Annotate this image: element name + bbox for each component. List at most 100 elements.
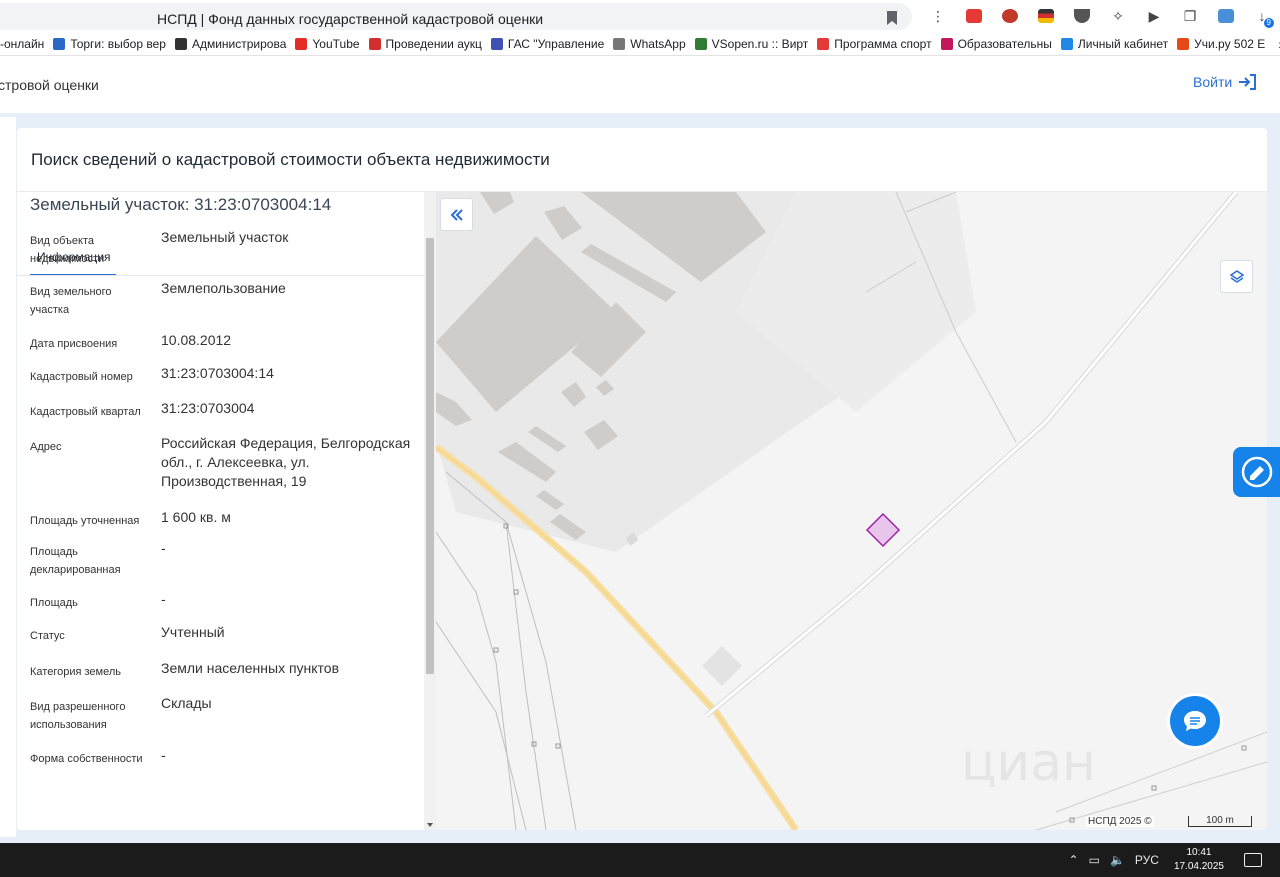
info-row-value: 10.08.2012 (161, 332, 232, 348)
clock[interactable]: 10:41 17.04.2025 (1174, 846, 1224, 874)
search-card: Поиск сведений о кадастровой стоимости о… (17, 128, 1267, 830)
network-icon[interactable]: ▭ (1089, 853, 1100, 867)
bookmark-favicon-icon (940, 37, 953, 50)
bookmark-favicon-icon (490, 37, 503, 50)
info-row-value: 31:23:0703004 (161, 400, 255, 416)
bookmark-label: ГАС "Управление (507, 36, 605, 51)
bookmark-favicon-icon (295, 37, 308, 50)
bookmark-item[interactable]: VSopen.ru :: Вирт (694, 36, 809, 51)
info-row-value: - (161, 747, 166, 763)
browser-titlebar: НСПД | Фонд данных государственной кадас… (0, 0, 1280, 32)
info-row-value: Земли населенных пунктов (161, 660, 340, 676)
info-panel: Земельный участок: 31:23:0703004:14 Инфо… (17, 192, 436, 830)
address-bar[interactable]: НСПД | Фонд данных государственной кадас… (0, 3, 912, 30)
login-icon (1239, 74, 1257, 90)
chevron-up-icon[interactable]: ⌃ (1069, 853, 1079, 867)
map-copyright: НСПД 2025 © (1086, 816, 1154, 827)
info-row-label: Площадь (30, 597, 78, 609)
left-strip (0, 117, 16, 837)
tabs-divider (17, 275, 425, 276)
bookmark-label: Личный кабинет (1077, 36, 1169, 51)
info-row-value: Российская Федерация, Белгородская обл.,… (161, 435, 411, 489)
bookmark-item[interactable]: Учи.ру 502 Е (1177, 37, 1265, 51)
bookmark-favicon-icon (817, 37, 830, 50)
bookmark-item[interactable]: Личный кабинет (1060, 36, 1169, 51)
bookmark-label: VSopen.ru :: Вирт (711, 36, 809, 51)
bookmark-item[interactable]: Образовательны (940, 37, 1052, 51)
shield-extension-icon[interactable] (1064, 4, 1100, 28)
bookmark-label: Учи.ру 502 Е (1194, 36, 1266, 51)
bookmark-label: Программа спорт (834, 36, 932, 51)
bookmark-favicon-icon (694, 37, 707, 50)
downloads-icon[interactable]: ↓ 9 (1244, 4, 1280, 28)
taskbar: ⌃ ▭ 🔈 РУС 10:41 17.04.2025 (0, 843, 1280, 877)
info-row-value: Землепользование (161, 280, 286, 296)
info-row-label: Кадастровый квартал (30, 406, 141, 418)
info-row-value: Склады (161, 695, 212, 711)
bookmarks-bar: -онлайн Торги: выбор вер Администрирова You… (0, 32, 1280, 56)
translate-extension-icon[interactable] (1208, 4, 1244, 28)
tab-title: НСПД | Фонд данных государственной кадас… (157, 11, 544, 27)
login-label: Войти (1193, 74, 1233, 90)
bookmark-label: Проведении аукц (385, 36, 482, 51)
bookmark-item[interactable]: Торги: выбор вер (53, 37, 166, 51)
bookmark-favicon-icon (1177, 37, 1190, 50)
info-row-label: Статус (30, 630, 65, 642)
page-title: Поиск сведений о кадастровой стоимости о… (31, 150, 550, 169)
info-row-value: - (161, 540, 166, 556)
extensions-row: ⋮ ✧ ▶ ❐ ↓ 9 (920, 4, 1280, 28)
bookmark-favicon-icon (1060, 37, 1073, 50)
site-title: стровой оценки (0, 77, 99, 93)
object-title: Земельный участок: 31:23:0703004:14 (30, 195, 332, 214)
puzzle-icon[interactable]: ✧ (1100, 4, 1136, 28)
sidebar-icon[interactable]: ❐ (1172, 4, 1208, 28)
info-row-label: Форма собственности (30, 753, 143, 765)
bookmark-item[interactable]: Администрирова (174, 37, 286, 51)
bookmark-item[interactable]: Проведении аукц (368, 36, 482, 51)
collapse-panel-button[interactable] (440, 198, 473, 231)
info-row-value: 31:23:0703004:14 (161, 365, 274, 381)
bookmark-label: YouTube (312, 36, 360, 51)
chat-icon (1184, 711, 1206, 731)
site-header: стровой оценки Войти (0, 57, 1280, 113)
map-canvas: циан (436, 192, 1267, 830)
info-row-label: Вид разрешенного использования (30, 701, 126, 731)
bookmark-item[interactable]: WhatsApp (613, 36, 686, 51)
info-row-label: Адрес (30, 441, 62, 453)
media-icon[interactable]: ▶ (1136, 4, 1172, 28)
bookmark-favicon-icon (613, 37, 626, 50)
feedback-icon (1241, 456, 1272, 488)
layers-button[interactable] (1220, 260, 1253, 293)
scroll-thumb[interactable] (426, 238, 434, 674)
info-row-label: Кадастровый номер (30, 371, 133, 383)
kebab-menu-icon[interactable]: ⋮ (920, 4, 956, 28)
info-scrollbar[interactable] (424, 192, 436, 830)
flag-extension-icon[interactable] (1028, 4, 1064, 28)
info-row-value: - (161, 591, 166, 607)
bookmark-item[interactable]: ГАС "Управление (490, 36, 605, 51)
scroll-down-arrow[interactable] (427, 823, 433, 827)
bookmark-label: WhatsApp (630, 36, 686, 51)
login-button[interactable]: Войти (1193, 74, 1257, 90)
bookmark-favicon-icon (368, 37, 381, 50)
map-view[interactable]: циан НСПД 2025 © 100 m (436, 192, 1267, 830)
bookmark-item[interactable]: YouTube (295, 36, 360, 51)
layers-icon (1229, 269, 1244, 283)
bookmark-item[interactable]: Программа спорт (817, 36, 932, 51)
bookmark-icon[interactable] (886, 11, 898, 25)
info-row-label: Дата присвоения (30, 338, 118, 350)
bookmark-item[interactable]: -онлайн (0, 37, 44, 51)
chat-button[interactable] (1170, 696, 1220, 746)
info-row-label: Категория земель (30, 666, 121, 678)
feedback-widget[interactable] (1233, 447, 1280, 497)
double-chevron-left-icon (450, 208, 463, 221)
map-scale: 100 m (1188, 816, 1252, 827)
pdf-extension-icon[interactable] (956, 4, 992, 28)
notification-icon[interactable] (1244, 853, 1262, 867)
map-watermark: циан (961, 733, 1096, 793)
extension-icon[interactable] (992, 4, 1028, 28)
bookmark-label: Торги: выбор вер (70, 36, 166, 51)
volume-icon[interactable]: 🔈 (1110, 853, 1125, 867)
info-row-value: 1 600 кв. м (161, 509, 231, 525)
language-indicator[interactable]: РУС (1135, 853, 1159, 867)
